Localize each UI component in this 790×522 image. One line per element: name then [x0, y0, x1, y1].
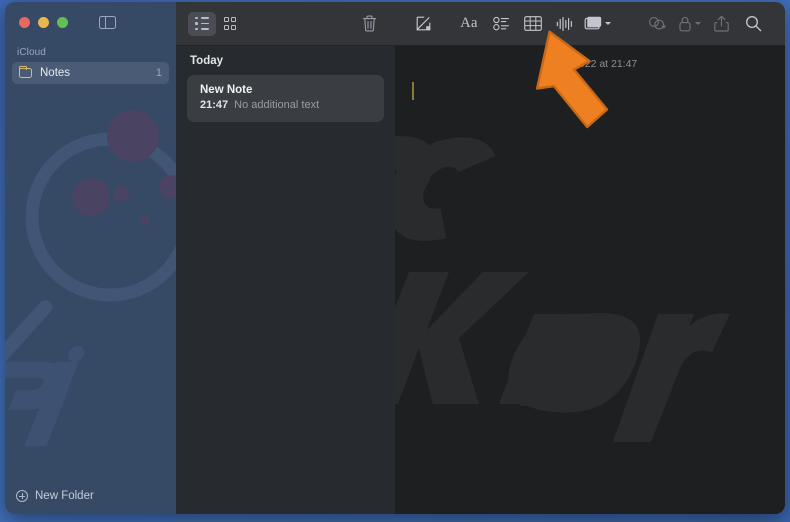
note-editor-pane: Aa 7 July 2022 at 21:47 [395, 2, 785, 514]
watermark-editor [395, 136, 731, 442]
collaborate-icon [649, 17, 666, 30]
media-icon [584, 16, 602, 30]
delete-note-button[interactable] [355, 12, 383, 36]
sidebar-item-count: 1 [155, 67, 162, 79]
compose-icon [416, 16, 430, 31]
note-body[interactable]: 7 July 2022 at 21:47 [395, 46, 785, 514]
folder-icon [18, 65, 32, 78]
new-folder-label: New Folder [35, 490, 94, 502]
checklist-button[interactable] [485, 11, 517, 37]
table-icon [524, 16, 542, 31]
note-list-toolbar [176, 2, 395, 46]
compose-note-button[interactable] [407, 11, 439, 37]
close-button[interactable] [19, 17, 30, 28]
note-item-meta: 21:47 No additional text [200, 99, 372, 111]
note-item-preview: No additional text [234, 99, 320, 111]
desktop-background: iCloud Notes 1 New Folder Today New Note… [0, 0, 790, 522]
format-icon: Aa [460, 15, 478, 31]
trash-icon [362, 15, 376, 32]
list-view-icon [194, 16, 210, 31]
sidebar: iCloud Notes 1 New Folder [5, 2, 176, 514]
note-item-title: New Note [200, 84, 253, 96]
chevron-down-icon [694, 22, 701, 25]
table-button[interactable] [517, 11, 549, 37]
search-icon [745, 16, 761, 32]
lock-button[interactable] [673, 11, 705, 37]
media-button[interactable] [581, 11, 613, 37]
list-view-button[interactable] [188, 11, 216, 36]
gallery-view-button[interactable] [216, 12, 244, 36]
plus-circle-icon [16, 490, 28, 502]
share-icon [713, 15, 729, 32]
window-controls[interactable] [5, 2, 176, 30]
checklist-icon [492, 16, 509, 31]
collaborate-button[interactable] [641, 11, 673, 37]
sidebar-item-label: Notes [40, 67, 71, 79]
note-group-header: Today [176, 46, 395, 75]
quick-note-audio-button[interactable] [549, 11, 581, 37]
note-item-time: 21:47 [200, 99, 229, 111]
editor-toolbar: Aa [395, 2, 785, 46]
share-button[interactable] [705, 11, 737, 37]
minimize-button[interactable] [38, 17, 49, 28]
gallery-view-icon [223, 17, 237, 30]
note-date-label: 7 July 2022 at 21:47 [542, 58, 638, 70]
lock-icon [678, 16, 691, 31]
text-cursor-caret [412, 82, 414, 100]
new-folder-button[interactable]: New Folder [5, 478, 176, 514]
maximize-button[interactable] [57, 17, 68, 28]
sidebar-item-notes[interactable]: Notes 1 [12, 62, 169, 84]
format-button[interactable]: Aa [453, 11, 485, 37]
search-button[interactable] [737, 11, 769, 37]
notes-app-window: iCloud Notes 1 New Folder Today New Note… [5, 2, 785, 514]
audio-waveform-icon [556, 16, 572, 31]
sidebar-section-label: iCloud [17, 47, 46, 58]
note-list-item[interactable]: New Note 21:47 No additional text [187, 75, 384, 122]
sidebar-toggle-icon[interactable] [99, 15, 116, 30]
note-list-pane: Today New Note 21:47 No additional text [176, 2, 395, 514]
chevron-down-icon [605, 22, 611, 25]
